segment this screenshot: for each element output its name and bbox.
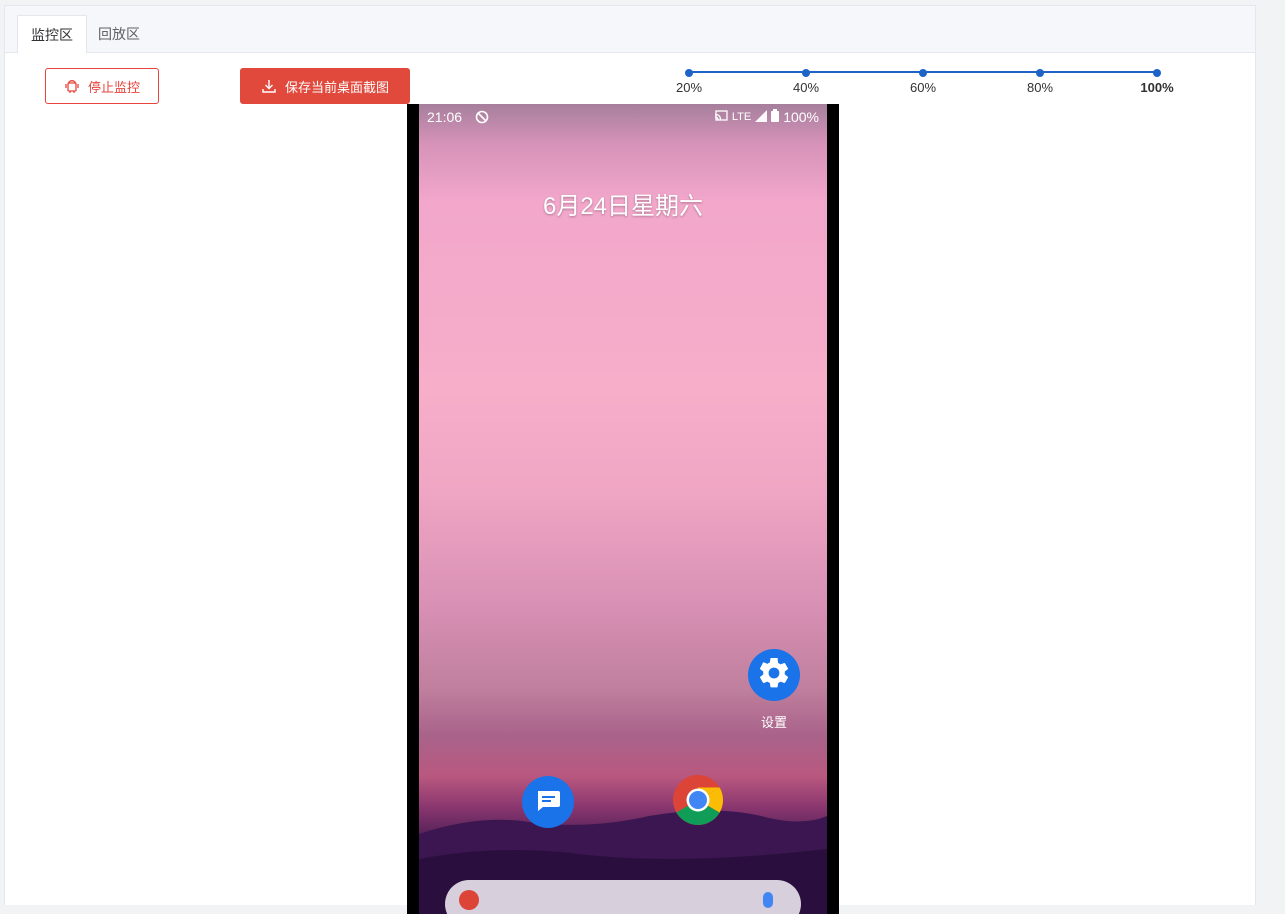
zoom-stop-20[interactable] (685, 69, 693, 77)
zoom-stop-60[interactable] (919, 69, 927, 77)
messages-app[interactable] (522, 776, 574, 828)
chrome-icon (672, 774, 724, 831)
download-icon (261, 78, 277, 94)
battery-level: 100% (783, 109, 819, 125)
network-type: LTE (731, 111, 752, 123)
status-right: LTE 100% (714, 109, 819, 125)
tab-monitor[interactable]: 监控区 (17, 15, 87, 54)
device-screen[interactable]: 21:06 LTE 100% 6月24日星期六 设置 (419, 104, 827, 914)
stop-monitor-button[interactable]: 停止监控 (45, 68, 159, 104)
monitor-card: 监控区 回放区 停止监控 保存当前桌面截图 20% 40% 60% 80% 10… (4, 5, 1256, 914)
zoom-slider[interactable]: 20% 40% 60% 80% 100% (676, 69, 1174, 99)
mic-icon[interactable] (763, 892, 773, 908)
home-date-widget[interactable]: 6月24日星期六 (419, 186, 827, 221)
zoom-label-100[interactable]: 100% (1140, 80, 1173, 95)
sync-icon (475, 110, 489, 127)
settings-app[interactable] (748, 649, 800, 701)
device-screen-frame: 21:06 LTE 100% 6月24日星期六 设置 (407, 104, 839, 914)
gear-icon (756, 655, 792, 696)
chrome-app[interactable] (672, 774, 724, 831)
battery-icon (771, 109, 780, 125)
cast-icon (714, 109, 728, 125)
tab-playback[interactable]: 回放区 (85, 15, 153, 53)
stop-monitor-label: 停止监控 (87, 79, 140, 95)
zoom-label-80[interactable]: 80% (1027, 80, 1053, 95)
tab-bar: 监控区 回放区 (5, 6, 1255, 54)
zoom-stop-40[interactable] (802, 69, 810, 77)
zoom-label-60[interactable]: 60% (910, 80, 936, 95)
zoom-label-40[interactable]: 40% (793, 80, 819, 95)
messages-icon (533, 785, 563, 820)
save-screenshot-label: 保存当前桌面截图 (284, 79, 389, 95)
google-search-bar[interactable] (445, 880, 801, 914)
status-bar: 21:06 LTE 100% (419, 104, 827, 130)
zoom-label-20[interactable]: 20% (676, 80, 702, 95)
zoom-stop-80[interactable] (1036, 69, 1044, 77)
android-icon (64, 78, 80, 94)
zoom-stop-100[interactable] (1153, 69, 1161, 77)
google-logo-icon (459, 890, 479, 910)
save-screenshot-button[interactable]: 保存当前桌面截图 (240, 68, 410, 104)
settings-app-label: 设置 (760, 715, 787, 730)
signal-icon (755, 109, 768, 125)
status-time: 21:06 (427, 109, 463, 125)
